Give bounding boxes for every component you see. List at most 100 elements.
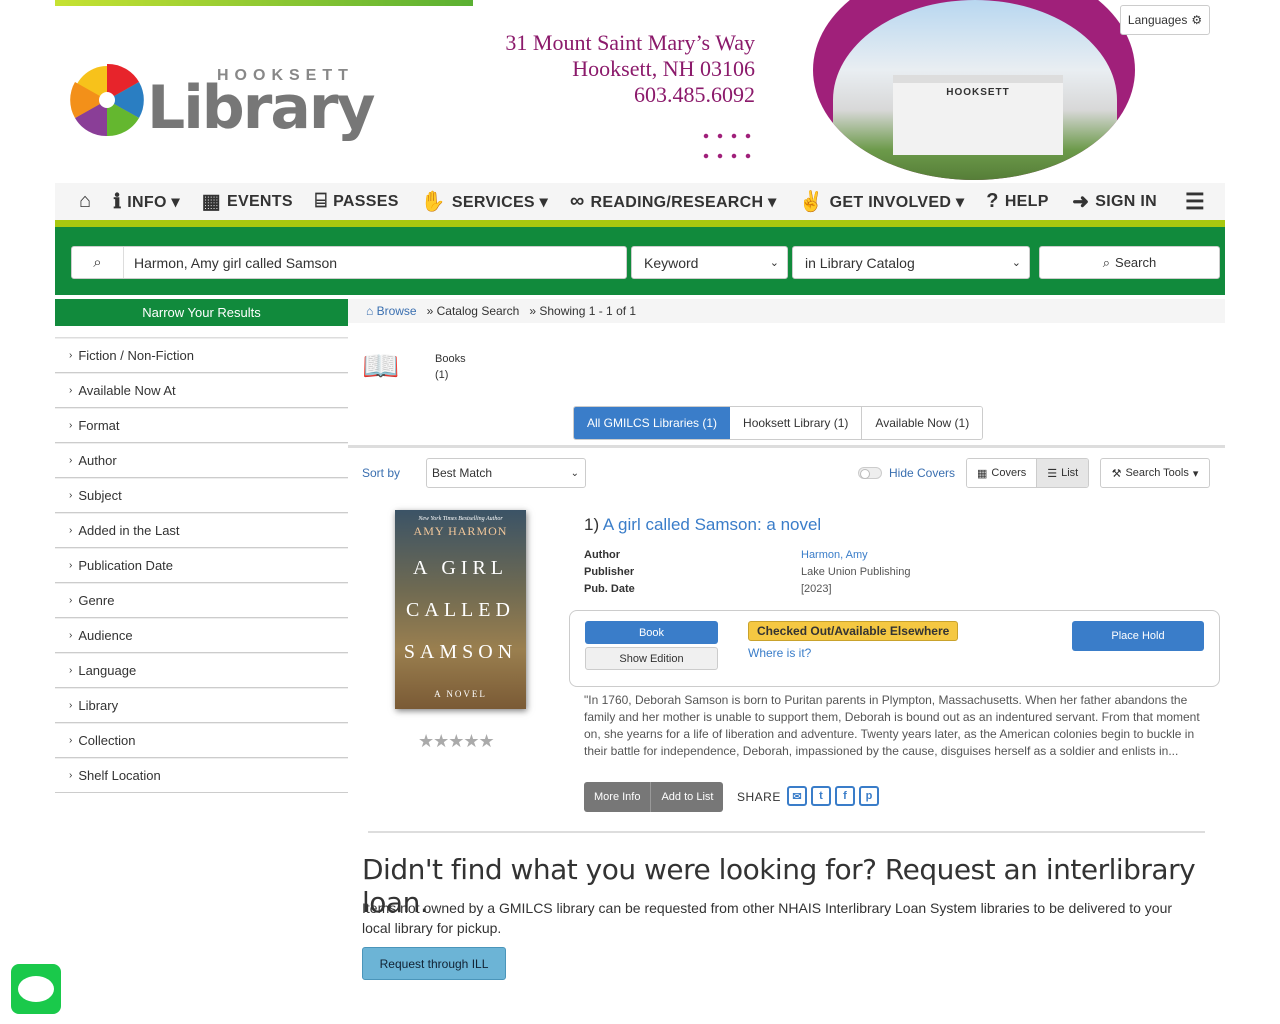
email-icon[interactable]: ✉ xyxy=(787,786,807,806)
divider xyxy=(348,445,1225,448)
format-name: Books xyxy=(435,353,466,365)
facet-item[interactable]: › Audience xyxy=(55,618,348,653)
nav-label: READING/RESEARCH ▾ xyxy=(590,193,777,211)
facet-label: Author xyxy=(78,453,117,468)
request-ill-button[interactable]: Request through ILL xyxy=(362,947,506,980)
address-line: Hooksett, NH 03106 xyxy=(572,56,755,81)
show-edition-button[interactable]: Show Edition xyxy=(585,647,718,670)
facet-item[interactable]: › Publication Date xyxy=(55,548,348,583)
languages-button[interactable]: Languages ⚙ xyxy=(1120,5,1210,35)
library-tabs: All GMILCS Libraries (1) Hooksett Librar… xyxy=(573,406,984,440)
nav-item-services[interactable]: ✋ SERVICES ▾ xyxy=(421,189,548,214)
view-toggle-group: ▦ Covers ☰ List xyxy=(966,458,1090,488)
facet-label: Library xyxy=(78,698,119,713)
format-books-label[interactable]: Books (1) xyxy=(435,351,466,383)
covers-label: Covers xyxy=(991,467,1027,479)
facet-label: Fiction / Non-Fiction xyxy=(78,348,194,363)
logo-library-text: Library xyxy=(147,73,376,143)
sign-in-link[interactable]: ➜ SIGN IN xyxy=(1072,189,1157,214)
hide-covers-label[interactable]: Hide Covers xyxy=(889,466,955,480)
facet-item[interactable]: › Language xyxy=(55,653,348,688)
list-view-button[interactable]: ☰ List xyxy=(1036,459,1089,487)
rating-stars[interactable]: ★★★★★ xyxy=(418,731,495,752)
library-logo[interactable]: HOOKSETT Library xyxy=(67,55,387,170)
format-filter[interactable]: 📖 xyxy=(348,323,1225,383)
cover-author: AMY HARMON xyxy=(413,524,508,538)
facet-item[interactable]: › Format xyxy=(55,408,348,443)
sign-in-icon: ➜ xyxy=(1072,191,1090,213)
browse-link[interactable]: ⌂ Browse xyxy=(366,304,417,318)
sort-select[interactable]: Best Match ⌄ xyxy=(426,458,586,488)
author-link[interactable]: Harmon, Amy xyxy=(801,547,1101,564)
hamburger-menu-icon[interactable]: ☰ xyxy=(1185,189,1205,215)
question-icon: ? xyxy=(986,190,999,212)
home-link[interactable]: ⌂ xyxy=(79,190,91,213)
facet-item[interactable]: › Fiction / Non-Fiction xyxy=(55,338,348,373)
holdings-box: Book Show Edition Checked Out/Available … xyxy=(569,610,1220,687)
facet-label: Shelf Location xyxy=(78,768,161,783)
nav-item-events[interactable]: ▦ EVENTS xyxy=(202,189,293,214)
publisher-label: Publisher xyxy=(584,566,635,578)
nav-item-help[interactable]: ? HELP xyxy=(986,190,1048,213)
facebook-icon[interactable]: f xyxy=(835,786,855,806)
decorative-dots xyxy=(699,126,757,172)
sort-label: Sort by xyxy=(362,466,401,480)
chevron-right-icon: › xyxy=(69,490,73,501)
address-line: 31 Mount Saint Mary’s Way xyxy=(505,30,755,55)
facet-item[interactable]: › Library xyxy=(55,688,348,723)
facet-label: Collection xyxy=(78,733,136,748)
pubdate-value: [2023] xyxy=(801,583,832,595)
breadcrumb-catalog: » Catalog Search xyxy=(426,304,520,318)
search-icon[interactable]: ⌕ xyxy=(72,247,124,278)
covers-view-button[interactable]: ▦ Covers xyxy=(967,459,1037,487)
facet-label: Format xyxy=(78,418,120,433)
chat-widget-icon[interactable] xyxy=(11,964,61,1014)
list-icon: ☰ xyxy=(1047,467,1058,480)
result-title-link[interactable]: A girl called Samson: a novel xyxy=(603,515,821,534)
gear-icon: ⚙ xyxy=(1191,13,1203,27)
divider xyxy=(368,831,1205,833)
more-info-button[interactable]: More Info xyxy=(584,782,651,812)
nav-label: SERVICES ▾ xyxy=(451,193,548,211)
languages-label: Languages xyxy=(1127,13,1188,27)
page: HOOKSETT Library 31 Mount Saint Mary’s W… xyxy=(55,0,1225,980)
facet-item[interactable]: › Shelf Location xyxy=(55,758,348,793)
facet-item[interactable]: › Genre xyxy=(55,583,348,618)
facet-label: Added in the Last xyxy=(78,523,180,538)
search-button[interactable]: ⌕ Search xyxy=(1039,246,1220,279)
nav-accent-line xyxy=(55,220,1225,227)
facet-item[interactable]: › Added in the Last xyxy=(55,513,348,548)
place-hold-button[interactable]: Place Hold xyxy=(1072,621,1204,651)
hide-covers-toggle[interactable] xyxy=(858,467,882,479)
cover-subtitle: A NOVEL xyxy=(434,689,487,699)
facet-item[interactable]: › Available Now At xyxy=(55,373,348,408)
facet-item[interactable]: › Subject xyxy=(55,478,348,513)
nav-label: INFO ▾ xyxy=(127,193,180,211)
info-icon: ℹ xyxy=(113,191,122,213)
flower-logo-icon xyxy=(70,63,144,137)
search-tools-button[interactable]: ⚒ Search Tools ▾ xyxy=(1100,458,1210,488)
tab-available-now[interactable]: Available Now (1) xyxy=(862,407,983,439)
nav-item-info[interactable]: ℹ INFO ▾ xyxy=(113,189,179,214)
home-icon: ⌂ xyxy=(366,304,374,318)
status-badge: Checked Out/Available Elsewhere xyxy=(748,621,959,641)
where-is-it-link[interactable]: Where is it? xyxy=(748,646,811,660)
facet-sidebar: Narrow Your Results › Fiction / Non-Ficti… xyxy=(55,299,348,793)
nav-item-passes[interactable]: ⌸ PASSES xyxy=(315,190,399,213)
facet-label: Audience xyxy=(78,628,133,643)
book-cover[interactable]: New York Times Bestselling Author AMY HA… xyxy=(395,510,526,709)
search-type-select[interactable]: Keyword ⌄ xyxy=(631,246,788,279)
search-input[interactable] xyxy=(124,254,626,271)
twitter-icon[interactable]: t xyxy=(811,786,831,806)
nav-item-reading-research[interactable]: ∞ READING/RESEARCH ▾ xyxy=(570,190,776,213)
chevron-right-icon: › xyxy=(69,385,73,396)
add-to-list-button[interactable]: Add to List xyxy=(650,782,724,812)
search-scope-select[interactable]: in Library Catalog ⌄ xyxy=(792,246,1030,279)
format-book-button[interactable]: Book xyxy=(585,621,718,644)
pinterest-icon[interactable]: p xyxy=(859,786,879,806)
tab-all-gmilcs[interactable]: All GMILCS Libraries (1) xyxy=(574,407,731,439)
nav-item-get-involved[interactable]: ✌ GET INVOLVED ▾ xyxy=(798,189,964,214)
facet-item[interactable]: › Author xyxy=(55,443,348,478)
facet-item[interactable]: › Collection xyxy=(55,723,348,758)
tab-hooksett-library[interactable]: Hooksett Library (1) xyxy=(730,407,863,439)
